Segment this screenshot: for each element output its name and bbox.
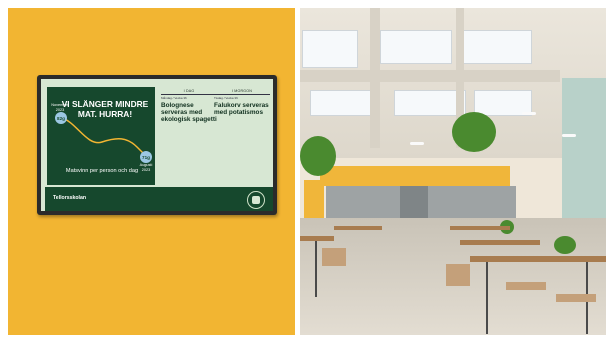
start-month-label: November 2023 bbox=[48, 103, 72, 112]
trend-line bbox=[59, 116, 148, 158]
ceiling-beam bbox=[300, 70, 560, 82]
school-crest-icon bbox=[247, 191, 265, 209]
ceiling-beam bbox=[370, 8, 380, 148]
hanging-plant bbox=[300, 136, 336, 176]
ceiling-lamp bbox=[522, 112, 536, 115]
menu-today-header: I DAG bbox=[183, 89, 195, 93]
skylight bbox=[460, 30, 532, 64]
start-value-marker: 82g bbox=[55, 112, 67, 124]
orange-wall-band bbox=[320, 166, 510, 186]
dining-table bbox=[450, 226, 510, 230]
chair bbox=[506, 282, 546, 290]
menu-today-subheader: Måndag / Vecka 36 bbox=[161, 94, 217, 100]
menu-tomorrow: I MORGON Tisdag / Vecka 36 Falukorv serv… bbox=[214, 89, 270, 116]
ceiling-lamp bbox=[410, 142, 424, 145]
start-month: November bbox=[51, 103, 69, 107]
hanging-plant bbox=[452, 112, 496, 152]
menu-tomorrow-subheader: Tisdag / Vecka 36 bbox=[214, 94, 270, 100]
skylight bbox=[310, 90, 376, 116]
chair bbox=[322, 248, 346, 266]
dining-table bbox=[334, 226, 382, 230]
menu-tomorrow-header: I MORGON bbox=[231, 89, 253, 93]
table-leg bbox=[315, 241, 317, 297]
tv-display: VI SLÄNGER MINDRE MAT. HURRA! November 2… bbox=[37, 75, 277, 215]
chair bbox=[556, 294, 596, 302]
end-value-marker: 71g bbox=[140, 151, 152, 163]
menu-tomorrow-meal: Falukorv serveras med potatismos bbox=[214, 102, 269, 117]
menu-today-meal: Bolognese serveras med ekologisk spagett… bbox=[161, 102, 217, 124]
scene: VI SLÄNGER MINDRE MAT. HURRA! November 2… bbox=[0, 0, 606, 341]
cafeteria-photo bbox=[300, 8, 606, 335]
waste-caption: Matsvinn per person och dag bbox=[65, 168, 139, 174]
ceiling-lamp bbox=[562, 134, 576, 137]
skylight bbox=[380, 30, 452, 64]
menu-today: I DAG Måndag / Vecka 36 Bolognese server… bbox=[161, 89, 217, 124]
school-name: Tellorsskolan bbox=[53, 195, 87, 201]
chair bbox=[446, 264, 470, 286]
screen-footer: Tellorsskolan bbox=[45, 187, 273, 211]
skylight bbox=[302, 30, 358, 68]
dining-table bbox=[460, 240, 540, 245]
dining-table bbox=[300, 236, 334, 241]
table-plant bbox=[554, 236, 576, 254]
tv-screen: VI SLÄNGER MINDRE MAT. HURRA! November 2… bbox=[41, 79, 273, 211]
table-leg bbox=[486, 262, 488, 334]
headline: VI SLÄNGER MINDRE MAT. HURRA! bbox=[61, 99, 149, 119]
